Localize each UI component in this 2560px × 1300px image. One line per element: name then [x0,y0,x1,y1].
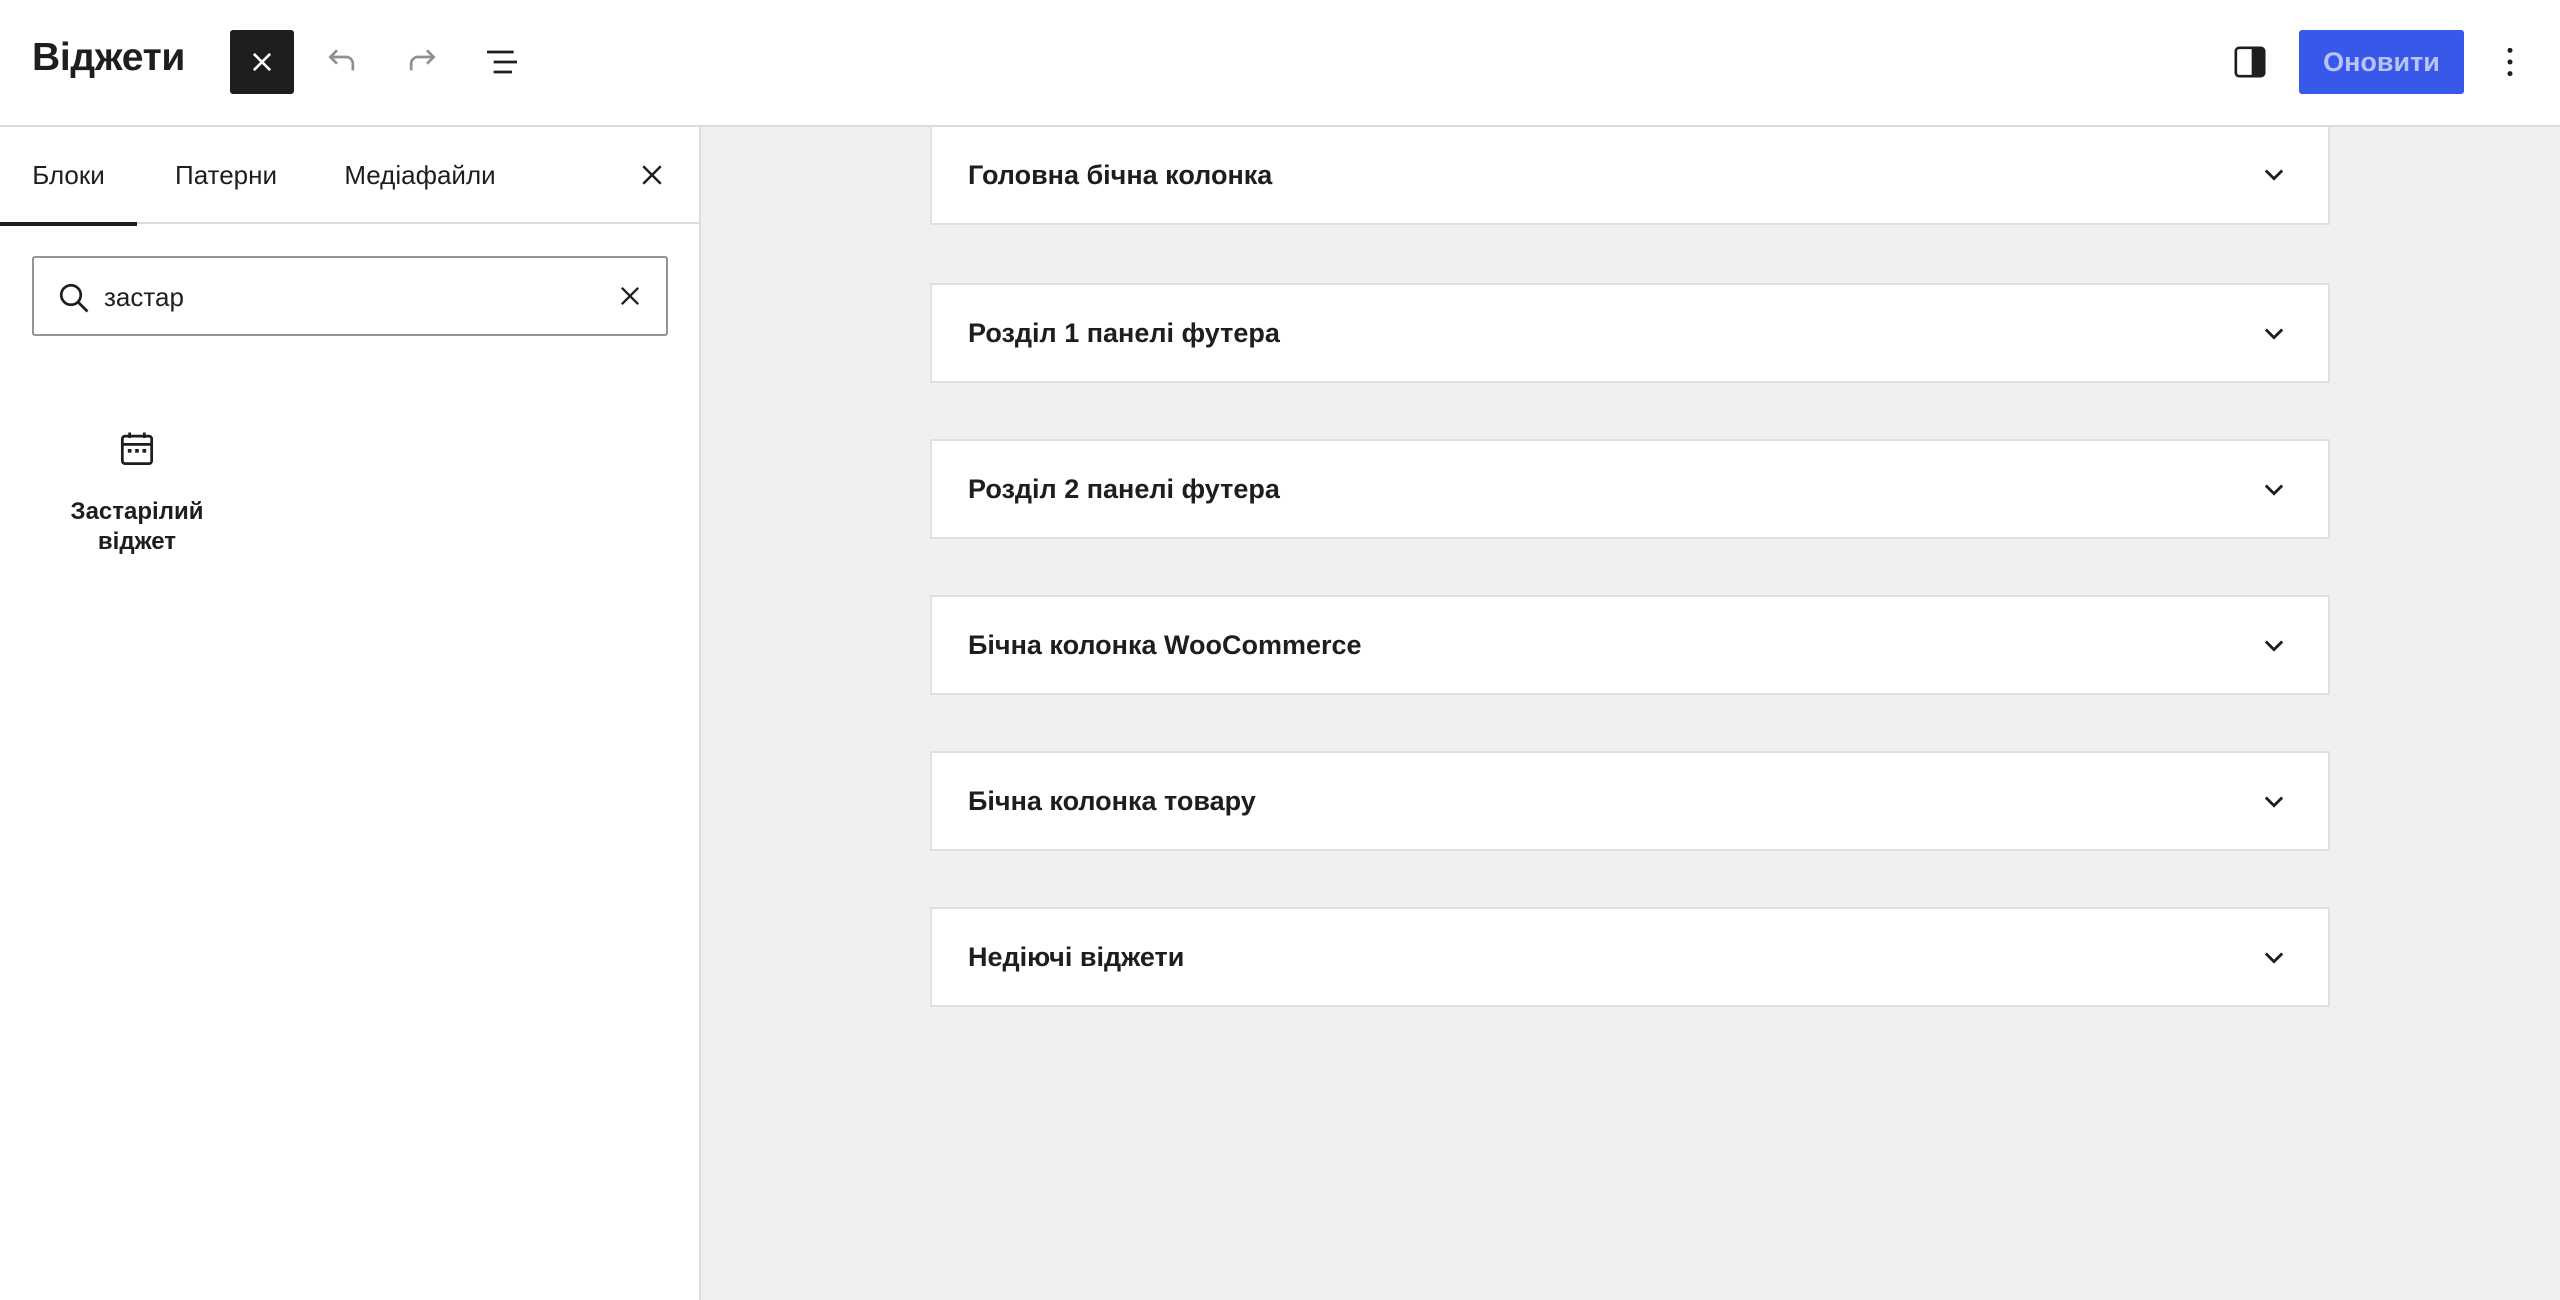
widget-areas-canvas: Головна бічна колонка Розділ 1 панелі фу… [701,127,2560,1300]
undo-icon [328,49,355,71]
chevron-down-icon [2264,484,2284,496]
chevron-down-icon [2264,640,2284,652]
calendar-widget-icon [120,432,154,466]
toggle-inserter-button[interactable] [230,30,294,94]
search-icon [59,283,89,313]
clear-search-button[interactable] [608,274,652,318]
widget-area-title: Недіючі віджети [968,941,1185,972]
widget-area-title: Бічна колонка WooCommerce [968,629,1362,660]
widget-area-product-sidebar[interactable]: Бічна колонка товару [930,751,2330,851]
sidebar-toggle-icon [2234,46,2266,78]
tab-blocks[interactable]: Блоки [0,127,137,226]
list-view-button[interactable] [470,30,534,94]
widget-area-title: Розділ 1 панелі футера [968,317,1280,348]
block-item-legacy-widget[interactable]: Застарілий віджет [42,427,232,597]
close-inserter-button[interactable] [620,143,684,207]
chevron-down-icon [2264,328,2284,340]
settings-sidebar-button[interactable] [2218,30,2282,94]
widget-area-inactive-widgets[interactable]: Недіючі віджети [930,907,2330,1007]
widget-area-footer-2[interactable]: Розділ 2 панелі футера [930,439,2330,539]
block-item-label: Застарілий віджет [70,498,204,555]
close-icon [621,287,639,305]
more-vertical-icon [2507,47,2513,77]
redo-icon [409,49,436,71]
inserter-tabs: Блоки Патерни Медіафайли [0,127,699,226]
chevron-down-icon [2264,952,2284,964]
editor-header: Віджети Оновити [0,0,2560,127]
tab-patterns[interactable]: Патерни [160,127,292,224]
chevron-down-icon [2264,796,2284,808]
more-options-button[interactable] [2478,30,2542,94]
block-search [32,256,668,336]
undo-button[interactable] [310,30,374,94]
chevron-down-icon [2264,169,2284,181]
tab-media[interactable]: Медіафайли [330,127,510,224]
update-button[interactable]: Оновити [2299,30,2464,94]
widget-area-footer-1[interactable]: Розділ 1 панелі футера [930,283,2330,383]
close-icon [252,52,272,72]
widget-area-title: Розділ 2 панелі футера [968,473,1280,504]
search-input[interactable] [104,270,584,324]
widget-area-woocommerce-sidebar[interactable]: Бічна колонка WooCommerce [930,595,2330,695]
redo-button[interactable] [390,30,454,94]
widget-area-title: Бічна колонка товару [968,785,1256,816]
list-view-icon [487,50,517,74]
widget-area-title: Головна бічна колонка [968,159,1273,190]
block-inserter-panel: Блоки Патерни Медіафайли За [0,127,701,1300]
widget-area-main-sidebar[interactable]: Головна бічна колонка [930,127,2330,225]
close-icon [642,165,662,185]
page-title: Віджети [32,36,186,79]
